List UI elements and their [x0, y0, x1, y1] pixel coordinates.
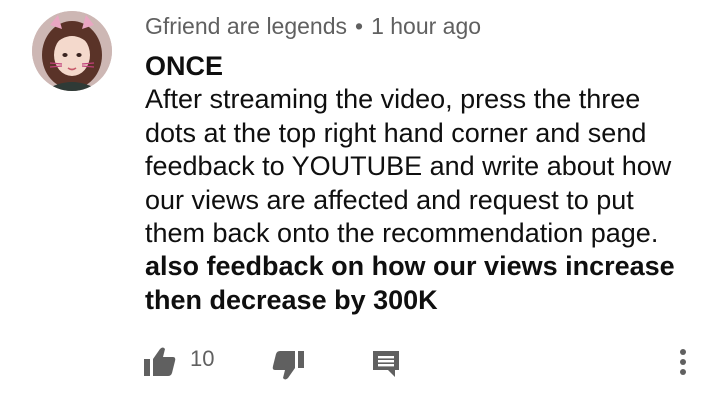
comment-line: them back onto the recommendation page.	[145, 218, 659, 249]
avatar-image	[32, 11, 112, 91]
comment-line: also feedback on how our views increase	[145, 251, 675, 282]
comment-line: then decrease by 300K	[145, 284, 438, 315]
dislike-button[interactable]	[270, 348, 306, 382]
comment-header: Gfriend are legends • 1 hour ago	[145, 11, 481, 41]
comment-line: After streaming the video, press the thr…	[145, 84, 641, 115]
comment-line: feedback to YOUTUBE and write about how	[145, 151, 672, 182]
comment-thread: Gfriend are legends • 1 hour ago ONCE Afte…	[0, 0, 720, 402]
thumbs-down-icon	[272, 351, 304, 380]
like-count: 10	[190, 346, 215, 371]
more-vertical-icon	[680, 349, 686, 375]
comment-actions: 10	[0, 330, 720, 390]
reply-comment-icon	[373, 351, 399, 377]
reply-button[interactable]	[370, 348, 402, 380]
comment-line: our views are affected and request to pu…	[145, 184, 634, 215]
like-button[interactable]	[142, 345, 178, 379]
comment-timestamp[interactable]: 1 hour ago	[371, 13, 481, 39]
meta-separator: •	[355, 13, 364, 39]
comment-line: ONCE	[145, 51, 224, 81]
avatar[interactable]	[32, 11, 112, 91]
comment-text: ONCE After streaming the video, press th…	[145, 50, 710, 317]
comment-line: dots at the top right hand corner and se…	[145, 117, 647, 148]
thumbs-up-icon	[144, 347, 176, 376]
author-name[interactable]: Gfriend are legends	[145, 13, 347, 39]
comment-menu-button[interactable]	[672, 346, 694, 380]
